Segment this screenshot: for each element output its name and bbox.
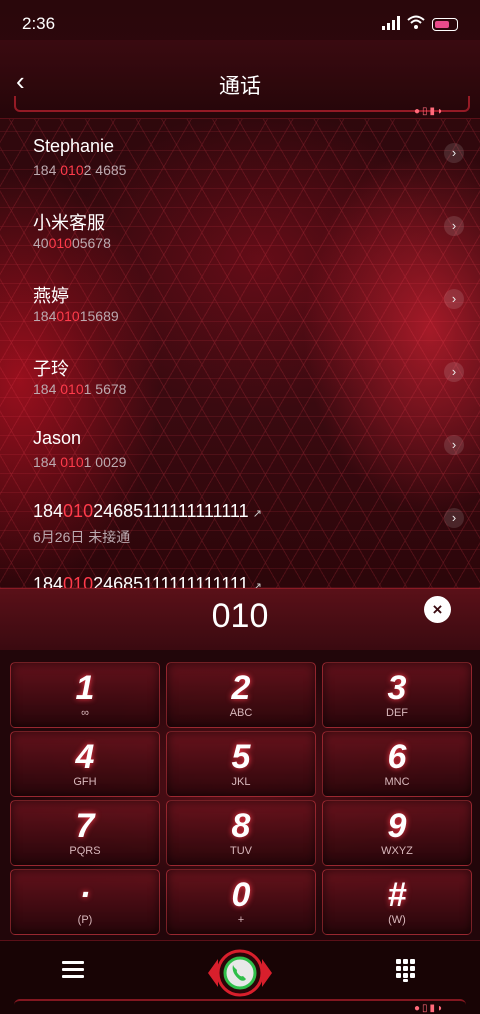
call-log-status: 6月26日 未接通: [33, 529, 131, 545]
signal-icon: [382, 16, 400, 30]
contact-name: Stephanie: [33, 136, 115, 156]
wifi-icon: [407, 15, 425, 29]
dial-display: 010 ×: [0, 588, 480, 651]
contact-name: 小米客服: [33, 213, 105, 233]
chevron-right-icon[interactable]: ›: [444, 435, 464, 455]
contact-number: 4001005678: [33, 235, 111, 251]
outgoing-call-icon: ↗: [252, 581, 262, 588]
key-0[interactable]: 0 +: [166, 869, 316, 935]
key-9[interactable]: 9 WXYZ: [322, 800, 472, 866]
chevron-right-icon[interactable]: ›: [444, 362, 464, 382]
status-bar: 2:36: [0, 0, 480, 40]
list-item[interactable]: 18401024685111111111111 ↗: [0, 556, 480, 588]
phone-call-icon[interactable]: [204, 945, 276, 1001]
contact-number: 184 0101 0029: [33, 454, 127, 470]
contact-name: Jason: [33, 428, 82, 448]
key-7[interactable]: 7 PQRS: [10, 800, 160, 866]
key-hash[interactable]: # (W): [322, 869, 472, 935]
dial-pad: 1 ∞ 2 ABC 3 DEF 4 GFH 5 JKL 6 MNC 7 PQRS 8 TUV 9…: [0, 650, 480, 940]
list-item[interactable]: Jason 184 0101 0029 ›: [0, 410, 480, 483]
key-3[interactable]: 3 DEF: [322, 662, 472, 728]
chevron-right-icon[interactable]: ›: [444, 216, 464, 236]
key-6[interactable]: 6 MNC: [322, 731, 472, 797]
outgoing-call-icon: ↗: [252, 508, 262, 520]
header-frame-decoration: [14, 96, 470, 112]
bottom-bar: ●▯▮◗: [0, 940, 480, 1014]
battery-icon: [432, 18, 458, 31]
chevron-right-icon[interactable]: ›: [444, 508, 464, 528]
contact-number: 184 0102 4685: [33, 162, 127, 178]
bottom-frame-decoration: [14, 999, 466, 1013]
key-2[interactable]: 2 ABC: [166, 662, 316, 728]
clear-icon[interactable]: ×: [424, 596, 451, 623]
key-1[interactable]: 1 ∞: [10, 662, 160, 728]
contact-name: 子玲: [33, 359, 69, 379]
chevron-right-icon[interactable]: ›: [444, 143, 464, 163]
list-item[interactable]: 燕婷 18401015689 ›: [0, 264, 480, 337]
key-8[interactable]: 8 TUV: [166, 800, 316, 866]
menu-icon[interactable]: [62, 961, 84, 979]
contact-list[interactable]: Stephanie 184 0102 4685 › 小米客服 400100567…: [0, 118, 480, 588]
list-item[interactable]: 18401024685111111111111 ↗ 6月26日 未接通 ›: [0, 483, 480, 556]
decoration-dots-icon: ●▯▮◗: [414, 1003, 446, 1014]
list-item[interactable]: 小米客服 4001005678 ›: [0, 191, 480, 264]
call-log-number: 18401024685111111111111 ↗: [33, 501, 262, 521]
decoration-dots-icon: ●▯▮◗: [414, 106, 446, 117]
key-4[interactable]: 4 GFH: [10, 731, 160, 797]
call-log-number: 18401024685111111111111 ↗: [33, 574, 262, 588]
header: ‹ 通话 ●▯▮◗: [0, 40, 480, 119]
chevron-right-icon[interactable]: ›: [444, 289, 464, 309]
key-star[interactable]: · (P): [10, 869, 160, 935]
dialed-number: 010: [211, 597, 269, 635]
contact-number: 18401015689: [33, 308, 119, 324]
list-item[interactable]: 子玲 184 0101 5678 ›: [0, 337, 480, 410]
contact-number: 184 0101 5678: [33, 381, 127, 397]
contact-name: 燕婷: [33, 286, 69, 306]
key-5[interactable]: 5 JKL: [166, 731, 316, 797]
keypad-icon[interactable]: [396, 959, 416, 982]
list-item[interactable]: Stephanie 184 0102 4685 ›: [0, 118, 480, 191]
status-time: 2:36: [22, 14, 56, 33]
